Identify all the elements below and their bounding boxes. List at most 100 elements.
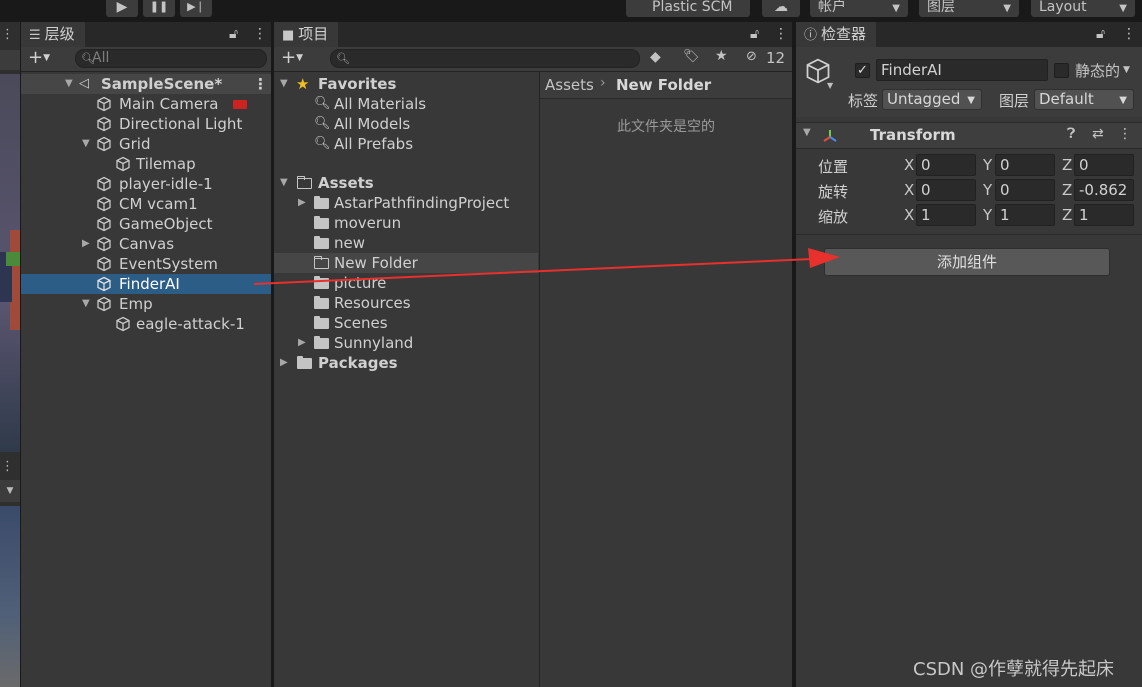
game-viewport[interactable]	[0, 506, 20, 687]
kebab-menu-icon[interactable]: ⋮	[774, 26, 788, 42]
fold-open-icon[interactable]: ▼	[803, 127, 811, 138]
scene-view-edge[interactable]: ⋮ ⋮ ▼	[0, 22, 20, 687]
favorite-item[interactable]: 🔍︎ All Prefabs	[274, 134, 538, 154]
hierarchy-item[interactable]: Tilemap	[21, 154, 271, 174]
search-by-label-icon[interactable]: 🏷︎	[683, 49, 700, 64]
pause-button[interactable]: ❚❚	[143, 0, 175, 17]
caret-down-icon[interactable]: ▼	[827, 81, 833, 90]
fold-open-icon[interactable]: ▼	[280, 173, 288, 193]
layout-dropdown[interactable]: Layout ▼	[1031, 0, 1135, 17]
tag-dropdown[interactable]: Untagged ▼	[882, 89, 982, 110]
favorite-star-icon: ★	[296, 75, 310, 93]
fold-closed-icon[interactable]: ▶	[298, 333, 306, 353]
lock-icon[interactable]: 🔓︎	[750, 26, 759, 42]
favorite-item[interactable]: 🔍︎ All Materials	[274, 94, 538, 114]
rotation-z-field[interactable]: -0.862	[1074, 179, 1134, 201]
hierarchy-item[interactable]: CM vcam1	[21, 194, 271, 214]
search-by-type-icon[interactable]: ◆	[650, 49, 661, 65]
lock-icon[interactable]: 🔓︎	[1096, 26, 1105, 42]
folder-icon	[314, 236, 329, 249]
tab-hierarchy[interactable]: ☰ 层级	[21, 22, 85, 47]
play-button[interactable]: ▶	[106, 0, 138, 17]
project-search-input[interactable]: 🔍︎	[330, 49, 640, 68]
gameobject-cube-icon	[97, 116, 111, 132]
hierarchy-item[interactable]: Directional Light	[21, 114, 271, 134]
add-component-button[interactable]: 添加组件	[824, 248, 1110, 276]
caret-down-icon[interactable]: ▼	[0, 480, 20, 502]
fold-open-icon[interactable]: ▼	[280, 74, 288, 94]
favorite-star-icon[interactable]: ★	[715, 48, 728, 64]
scale-y-field[interactable]: 1	[995, 204, 1055, 226]
fold-open-icon[interactable]: ▼	[82, 294, 90, 314]
plastic-scm-button[interactable]: Plastic SCM	[626, 0, 750, 17]
layers-dropdown[interactable]: 图层 ▼	[919, 0, 1019, 17]
asset-folder-row[interactable]: Scenes	[274, 313, 538, 333]
hierarchy-item[interactable]: EventSystem	[21, 254, 271, 274]
hierarchy-item[interactable]: Main Camera	[21, 94, 271, 114]
position-x-field[interactable]: 0	[916, 154, 976, 176]
step-button[interactable]: ▶❘	[180, 0, 212, 17]
packages-root-row[interactable]: ▶ Packages	[274, 353, 538, 373]
axis-x-label: X	[904, 156, 915, 174]
layer-dropdown[interactable]: Default ▼	[1034, 89, 1134, 110]
caret-down-icon: ▼	[967, 95, 975, 106]
favorites-row[interactable]: ▼ ★ Favorites	[274, 74, 538, 94]
scale-x-field[interactable]: 1	[916, 204, 976, 226]
asset-folder-row[interactable]: moverun	[274, 213, 538, 233]
cloud-button[interactable]: ☁	[762, 0, 800, 17]
item-label: EventSystem	[119, 255, 218, 273]
hierarchy-item[interactable]: ▼ Grid	[21, 134, 271, 154]
hierarchy-item[interactable]: ▶ Canvas	[21, 234, 271, 254]
hierarchy-item[interactable]: GameObject	[21, 214, 271, 234]
kebab-menu-icon[interactable]: ⋮	[253, 74, 268, 94]
create-button[interactable]: +▼	[24, 48, 64, 68]
account-dropdown[interactable]: 帐户 ▼	[810, 0, 908, 17]
tab-inspector[interactable]: ⓘ 检查器	[796, 22, 877, 47]
presets-icon[interactable]: ⇄	[1092, 126, 1104, 142]
scale-z-field[interactable]: 1	[1074, 204, 1134, 226]
breadcrumb-root[interactable]: Assets	[545, 76, 594, 94]
fold-closed-icon[interactable]: ▶	[280, 353, 288, 373]
asset-folder-row[interactable]: new	[274, 233, 538, 253]
hierarchy-item[interactable]: eagle-attack-1	[21, 314, 271, 334]
rotation-y-field[interactable]: 0	[995, 179, 1055, 201]
kebab-menu-icon[interactable]: ⋮	[1122, 26, 1136, 42]
position-z-field[interactable]: 0	[1074, 154, 1134, 176]
object-name-field[interactable]: FinderAI	[876, 59, 1048, 81]
active-checkbox[interactable]: ✓	[855, 63, 870, 78]
lock-icon[interactable]: 🔓︎	[229, 26, 238, 42]
caret-down-icon[interactable]: ▼	[1123, 65, 1130, 75]
fold-open-icon[interactable]: ▼	[65, 74, 73, 94]
asset-folder-row[interactable]: ▶ Sunnyland	[274, 333, 538, 353]
hierarchy-item[interactable]: ▼ Emp	[21, 294, 271, 314]
kebab-menu-icon[interactable]: ⋮	[253, 26, 267, 42]
favorites-label: Favorites	[318, 75, 397, 93]
fold-open-icon[interactable]: ▼	[82, 134, 90, 154]
static-checkbox[interactable]	[1054, 63, 1069, 78]
position-y-field[interactable]: 0	[995, 154, 1055, 176]
asset-folder-row[interactable]: ▶ AstarPathfindingProject	[274, 193, 538, 213]
kebab-menu-icon[interactable]: ⋮	[1, 28, 14, 41]
transform-component-header[interactable]: ▼ Transform ❓︎ ⇄ ⋮	[796, 122, 1142, 149]
axis-z-label: Z	[1062, 156, 1073, 174]
fold-closed-icon[interactable]: ▶	[82, 234, 90, 254]
rotation-x-field[interactable]: 0	[916, 179, 976, 201]
create-asset-button[interactable]: +▼	[277, 48, 317, 68]
hidden-packages-eye-icon[interactable]: ⊘	[746, 49, 757, 64]
fold-closed-icon[interactable]: ▶	[298, 193, 306, 213]
scene-header-row[interactable]: ▼ ◁ SampleScene* ⋮	[21, 74, 271, 94]
favorite-item[interactable]: 🔍︎ All Models	[274, 114, 538, 134]
hierarchy-search-input[interactable]: 🔍︎ All	[75, 49, 267, 68]
kebab-menu-icon[interactable]: ⋮	[1, 460, 14, 473]
asset-folder-row-selected[interactable]: New Folder	[274, 253, 538, 273]
hierarchy-item-selected[interactable]: FinderAI	[21, 274, 271, 294]
assets-root-row[interactable]: ▼ Assets	[274, 173, 538, 193]
breadcrumb-current[interactable]: New Folder	[616, 76, 711, 94]
hierarchy-item[interactable]: player-idle-1	[21, 174, 271, 194]
help-icon[interactable]: ❓︎	[1067, 126, 1075, 142]
asset-folder-row[interactable]: picture	[274, 273, 538, 293]
axis-x-label: X	[904, 206, 915, 224]
tab-project[interactable]: ■ 项目	[274, 22, 339, 47]
kebab-menu-icon[interactable]: ⋮	[1118, 126, 1132, 142]
asset-folder-row[interactable]: Resources	[274, 293, 538, 313]
